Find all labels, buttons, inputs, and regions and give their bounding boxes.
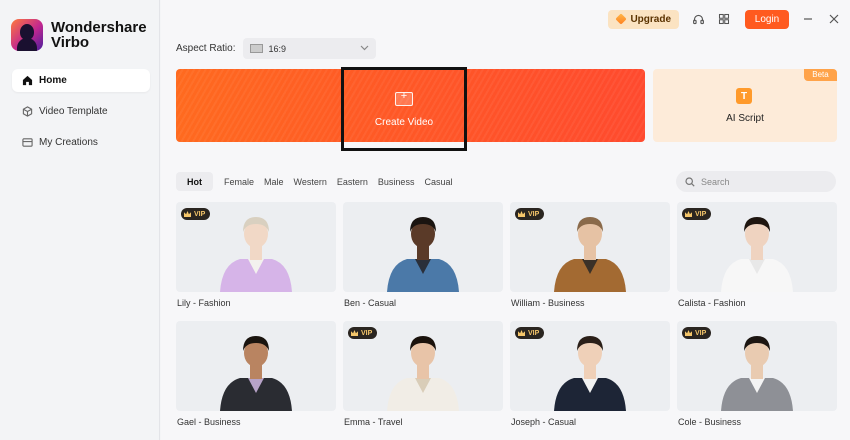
aspect-ratio-control: Aspect Ratio: 16:9 [176,38,377,59]
sidebar-item-label: Video Template [39,106,108,117]
avatar-name: Lily - Fashion [177,298,231,308]
avatar-name: Emma - Travel [344,417,403,427]
filter-tab-business[interactable]: Business [373,172,420,191]
avatar-figure [176,321,336,411]
avatar-name: William - Business [511,298,585,308]
sidebar-item-label: Home [39,75,67,86]
avatar-card[interactable]: Ben - Casual [343,202,503,321]
login-button[interactable]: Login [745,9,789,29]
avatar-filter-tabs: Hot Female Male Western Eastern Business Casua… [176,172,457,191]
screen-icon [250,44,264,53]
vip-badge: VIP [682,327,712,339]
search-input[interactable] [701,176,821,187]
avatar-thumbnail[interactable]: VIP [343,321,503,411]
avatar-figure [343,202,503,292]
avatar-thumbnail[interactable]: VIP [677,202,837,292]
create-video-button[interactable]: Create Video [344,70,464,148]
avatar-name: Ben - Casual [344,298,397,308]
sidebar-item-my-creations[interactable]: My Creations [12,131,150,154]
search-box[interactable] [676,171,836,192]
filter-tab-male[interactable]: Male [259,172,289,191]
filter-tab-western[interactable]: Western [289,172,332,191]
avatar-card[interactable]: VIP Emma - Travel [343,321,503,440]
crown-icon [518,211,525,217]
avatar-thumbnail[interactable]: VIP [510,321,670,411]
app-logo[interactable]: Wondershare Virbo [11,19,147,51]
avatar-thumbnail[interactable]: VIP [510,202,670,292]
avatar-thumbnail[interactable] [176,321,336,411]
avatar-card[interactable]: VIP Joseph - Casual [510,321,670,440]
text-script-icon: T [736,88,752,104]
avatar-thumbnail[interactable]: VIP [176,202,336,292]
sidebar-item-label: My Creations [39,137,98,148]
crown-icon [685,211,692,217]
diamond-icon [615,13,628,25]
aspect-ratio-label: Aspect Ratio: [176,43,236,54]
vip-label: VIP [695,210,707,218]
avatar-grid: VIP Lily - Fashion Ben - Casual VIP William … [176,202,837,440]
filter-tab-casual[interactable]: Casual [419,172,457,191]
avatar-name: Calista - Fashion [678,298,746,308]
sidebar: Wondershare Virbo Home Video Template My C… [0,0,160,440]
filter-tab-eastern[interactable]: Eastern [332,172,373,191]
upgrade-button[interactable]: Upgrade [608,9,679,29]
beta-badge: Beta [804,69,837,81]
app-name-line2: Virbo [51,34,90,51]
avatar-thumbnail[interactable] [343,202,503,292]
aspect-ratio-value: 16:9 [268,43,287,54]
cube-icon [22,106,33,117]
avatar-name: Gael - Business [177,417,241,427]
film-add-icon [395,90,413,106]
vip-label: VIP [695,329,707,337]
vip-label: VIP [528,329,540,337]
avatar-card[interactable]: Gael - Business [176,321,336,440]
crown-icon [685,330,692,336]
avatar-card[interactable]: VIP Lily - Fashion [176,202,336,321]
filter-tab-hot[interactable]: Hot [176,172,213,191]
vip-label: VIP [361,329,373,337]
crown-icon [184,211,191,217]
avatar-name: Joseph - Casual [511,417,577,427]
app-name-line1: Wondershare [51,19,147,36]
sidebar-item-video-template[interactable]: Video Template [12,100,150,123]
crown-icon [351,330,358,336]
minimize-icon[interactable] [801,12,815,26]
create-video-label: Create Video [374,117,434,128]
topbar: Upgrade Login [608,9,850,29]
vip-badge: VIP [682,208,712,220]
avatar-card[interactable]: VIP Calista - Fashion [677,202,837,321]
filter-tab-female[interactable]: Female [213,172,259,191]
avatar-thumbnail[interactable]: VIP [677,321,837,411]
vip-label: VIP [194,210,206,218]
grid-icon[interactable] [717,12,731,26]
sidebar-nav: Home Video Template My Creations [12,69,150,162]
virbo-logo-icon [11,19,43,51]
crown-icon [518,330,525,336]
aspect-ratio-select[interactable]: 16:9 [243,38,377,59]
search-icon [685,176,695,187]
folder-icon [22,137,33,148]
chevron-down-icon [360,44,369,53]
avatar-card[interactable]: VIP Cole - Business [677,321,837,440]
vip-badge: VIP [348,327,378,339]
home-icon [22,75,33,86]
vip-badge: VIP [515,208,545,220]
avatar-name: Cole - Business [678,417,742,427]
avatar-card[interactable]: VIP William - Business [510,202,670,321]
headset-icon[interactable] [691,12,705,26]
ai-script-label: AI Script [726,113,764,124]
upgrade-label: Upgrade [630,13,671,25]
vip-label: VIP [528,210,540,218]
vip-badge: VIP [515,327,545,339]
sidebar-item-home[interactable]: Home [12,69,150,92]
vip-badge: VIP [181,208,211,220]
close-icon[interactable] [827,12,841,26]
main-content: Upgrade Login Aspect Ratio: 16:9 Cre [161,0,850,440]
ai-script-card[interactable]: Beta T AI Script [653,69,837,142]
